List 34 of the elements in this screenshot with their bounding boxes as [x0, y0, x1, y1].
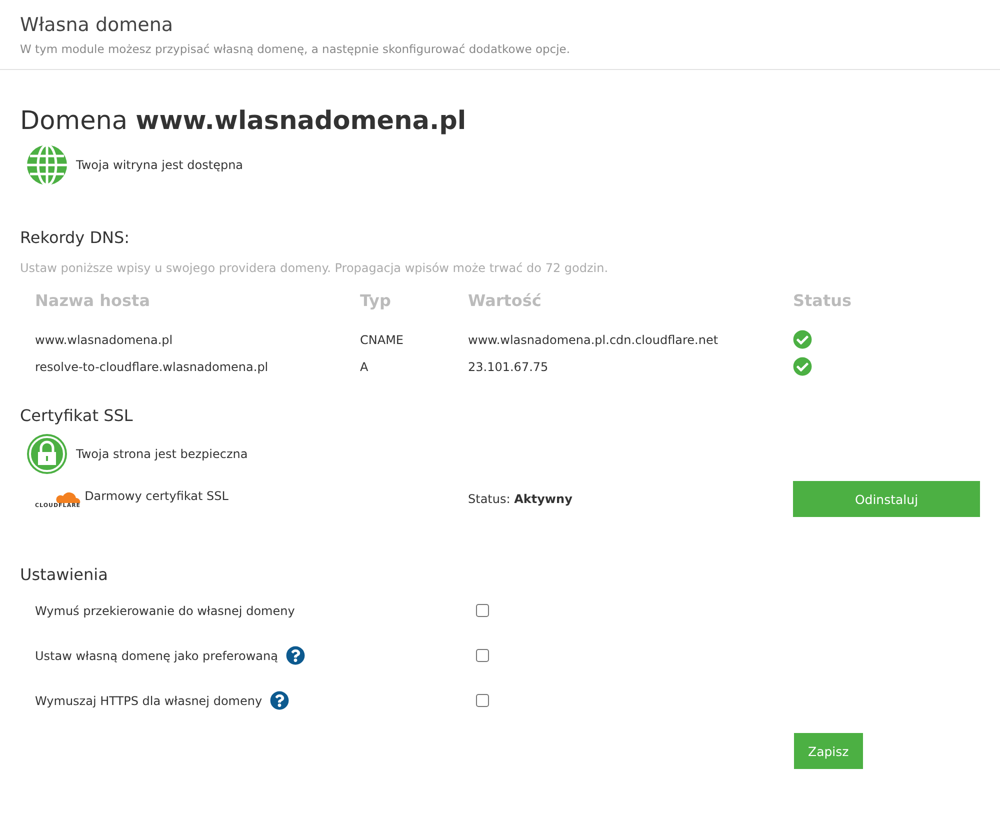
uninstall-button[interactable]: Odinstaluj — [793, 481, 980, 517]
checkbox[interactable] — [476, 604, 489, 617]
ssl-status-text: Twoja strona jest bezpieczna — [76, 447, 248, 461]
site-status-text: Twoja witryna jest dostępna — [76, 158, 244, 172]
column-header: Wartość — [468, 291, 542, 312]
setting-label: Ustaw własną domenę jako preferowaną — [35, 648, 278, 662]
page-subtitle: W tym module możesz przypisać własną domenę, a następnie skonfigurować dodatkowe opcje. — [20, 42, 572, 56]
save-button[interactable]: Zapisz — [794, 733, 863, 769]
domain-heading: Domena www.wlasnadomena.pl — [20, 106, 468, 136]
checkbox[interactable] — [476, 649, 489, 662]
column-header: Nazwa hosta — [35, 291, 151, 312]
ssl-title: Certyfikat SSL — [20, 406, 134, 425]
certificate-status: Status: Aktywny — [468, 492, 574, 506]
help-icon[interactable] — [270, 691, 290, 710]
settings-title: Ustawienia — [20, 565, 109, 584]
setting-label: Wymuszaj HTTPS dla własnej domeny — [35, 694, 262, 708]
table-cell-text: 23.101.67.75 — [468, 360, 550, 374]
table-cell-text: www.wlasnadomena.pl — [35, 332, 174, 346]
column-header: Status — [793, 291, 853, 312]
cloud-logo-icon — [54, 491, 81, 503]
globe-icon — [26, 144, 68, 186]
table-cell-text: resolve-to-cloudflare.wlasnadomena.pl — [35, 360, 270, 374]
dns-title: Rekordy DNS: — [20, 228, 131, 247]
setting-label: Wymuś przekierowanie do własnej domeny — [35, 604, 295, 618]
table-cell-text: CNAME — [360, 332, 404, 346]
dns-hint: Ustaw poniższe wpisy u swojego providera domeny. Propagacja wpisów może trwać do 72 godzin. — [20, 261, 610, 275]
certificate-name: Darmowy certyfikat SSL — [84, 489, 228, 503]
column-header: Typ — [360, 291, 392, 312]
padlock-icon — [26, 433, 68, 475]
help-icon[interactable] — [286, 646, 305, 665]
table-cell-text: www.wlasnadomena.pl.cdn.cloudflare.net — [468, 332, 720, 346]
page-title: Własna domena — [20, 14, 174, 36]
table-cell-text: A — [360, 360, 370, 374]
checkbox[interactable] — [476, 694, 489, 707]
